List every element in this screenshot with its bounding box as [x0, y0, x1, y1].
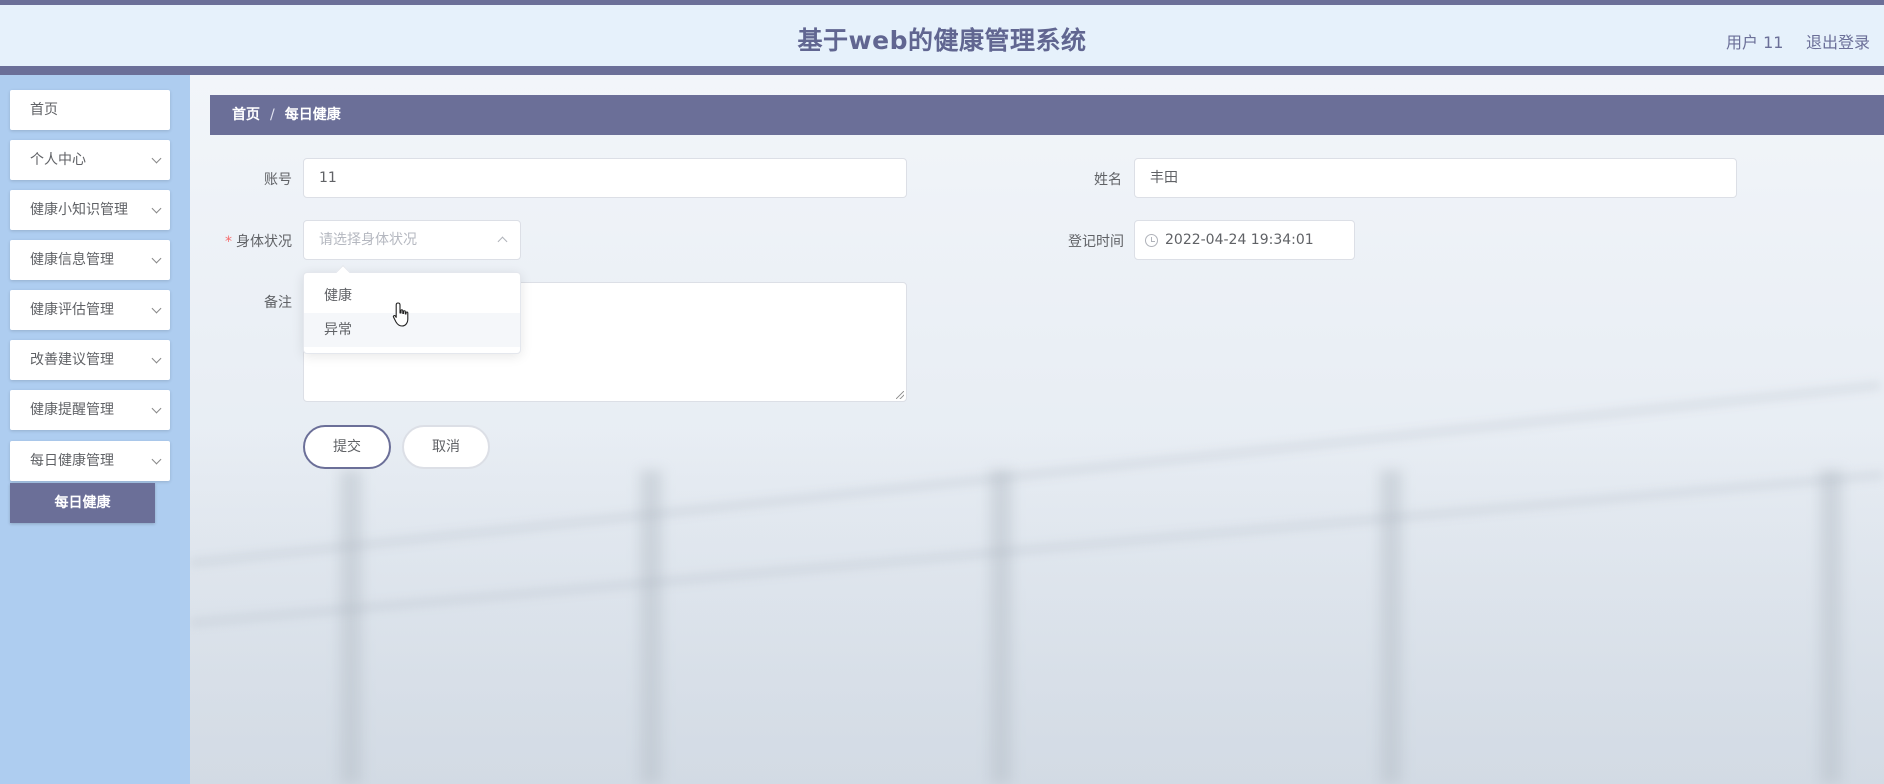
option-healthy[interactable]: 健康	[304, 279, 520, 313]
chevron-down-icon	[151, 454, 162, 465]
chevron-down-icon	[151, 153, 162, 164]
sidebar-item-health-assessment[interactable]: 健康评估管理	[10, 290, 170, 330]
chevron-down-icon	[151, 353, 162, 364]
register-time-label: 登记时间	[1068, 234, 1124, 250]
register-time-value: 2022-04-24 19:34:01	[1165, 232, 1314, 248]
health-status-label-text: 身体状况	[236, 234, 292, 250]
submit-button[interactable]: 提交	[303, 425, 391, 469]
sidebar-item-label: 健康小知识管理	[30, 202, 128, 218]
sidebar-item-improvement-advice[interactable]: 改善建议管理	[10, 340, 170, 380]
sidebar-item-personal-center[interactable]: 个人中心	[10, 140, 170, 180]
breadcrumb-home[interactable]: 首页	[232, 107, 260, 123]
sidebar-subitem-daily-health[interactable]: 每日健康	[10, 483, 155, 523]
background-haze	[190, 430, 1884, 784]
background-post	[340, 470, 362, 784]
sidebar-item-label: 健康信息管理	[30, 252, 114, 268]
account-input[interactable]: 11	[303, 158, 907, 198]
account-value: 11	[319, 170, 337, 186]
register-time-picker[interactable]: 2022-04-24 19:34:01	[1134, 220, 1355, 260]
required-mark: *	[225, 234, 232, 250]
health-status-label: * 身体状况	[214, 231, 292, 251]
sidebar-item-label: 个人中心	[30, 152, 86, 168]
remark-label: 备注	[264, 295, 292, 311]
sidebar-item-label: 健康提醒管理	[30, 402, 114, 418]
breadcrumb: 首页 / 每日健康	[210, 95, 1884, 135]
sidebar-item-label: 健康评估管理	[30, 302, 114, 318]
hand-pointer-icon	[392, 302, 409, 327]
background-post	[1820, 470, 1842, 784]
health-status-dropdown: 健康 异常	[303, 264, 521, 354]
health-status-placeholder: 请选择身体状况	[319, 232, 417, 248]
chevron-up-icon	[497, 236, 508, 247]
background-post	[990, 470, 1012, 784]
clock-icon	[1145, 234, 1158, 247]
sidebar-item-label: 每日健康管理	[30, 453, 114, 469]
app-title: 基于web的健康管理系统	[797, 26, 1087, 55]
breadcrumb-current: 每日健康	[284, 107, 341, 123]
top-header: 基于web的健康管理系统 用户 11 退出登录	[0, 0, 1884, 75]
sidebar-item-home[interactable]: 首页	[10, 90, 170, 130]
name-label: 姓名	[1094, 172, 1122, 188]
logout-link[interactable]: 退出登录	[1806, 29, 1870, 53]
breadcrumb-separator: /	[270, 107, 275, 123]
resize-handle-icon[interactable]	[896, 391, 904, 399]
sidebar-item-label: 改善建议管理	[30, 352, 114, 368]
current-user: 用户 11	[1726, 33, 1784, 52]
chevron-down-icon	[151, 303, 162, 314]
name-value: 丰田	[1150, 170, 1178, 186]
option-abnormal[interactable]: 异常	[304, 313, 520, 347]
cancel-button[interactable]: 取消	[402, 425, 490, 469]
sidebar-item-health-info[interactable]: 健康信息管理	[10, 240, 170, 280]
name-input[interactable]: 丰田	[1134, 158, 1737, 198]
sidebar-item-health-tips[interactable]: 健康小知识管理	[10, 190, 170, 230]
sidebar-item-label: 首页	[30, 102, 58, 118]
sidebar-item-health-reminders[interactable]: 健康提醒管理	[10, 390, 170, 430]
chevron-down-icon	[151, 403, 162, 414]
health-status-select[interactable]: 请选择身体状况	[303, 220, 521, 260]
chevron-down-icon	[151, 203, 162, 214]
account-label: 账号	[264, 172, 292, 188]
chevron-down-icon	[151, 253, 162, 264]
sidebar-item-daily-health[interactable]: 每日健康管理	[10, 441, 170, 481]
